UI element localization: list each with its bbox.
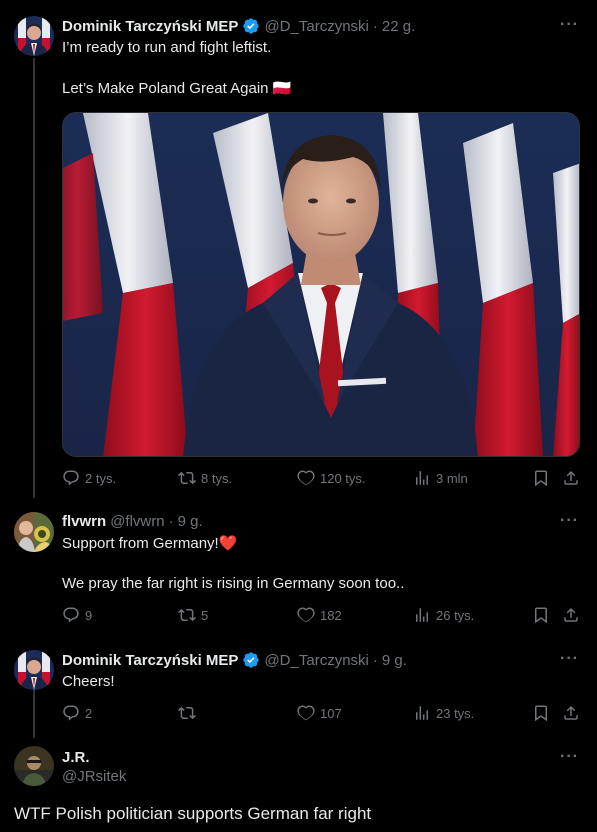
like-count: 182 (320, 607, 342, 623)
tweet-text: WTF Polish politician supports German fa… (14, 804, 372, 823)
views-icon (416, 608, 428, 622)
reply-icon (63, 607, 79, 623)
tweet-text-line-1: Support from Germany!❤️ (62, 535, 238, 552)
repost-count: 5 (201, 607, 209, 623)
avatar[interactable] (14, 650, 54, 690)
share-icon (564, 607, 578, 622)
like-button[interactable]: 107 (297, 704, 342, 722)
author-handle[interactable]: @D_Tarczynski (264, 652, 368, 669)
author-name[interactable]: Dominik Tarczyński MEP (62, 18, 238, 35)
tweet-2[interactable]: flvwrn @flvwrn · 9 g. ··· Support from G… (0, 500, 597, 640)
repost-button[interactable]: 8 tys. (178, 469, 232, 487)
bookmark-button[interactable] (532, 606, 550, 624)
share-button[interactable] (562, 606, 580, 624)
timestamp[interactable]: 22 g. (382, 18, 415, 35)
avatar[interactable] (14, 746, 54, 786)
like-icon (297, 470, 315, 486)
repost-icon (178, 706, 196, 720)
views-button[interactable]: 3 mln (413, 469, 468, 487)
bookmark-button[interactable] (532, 469, 550, 487)
like-icon (297, 607, 315, 623)
author-name[interactable]: J.R. (62, 749, 90, 766)
views-button[interactable]: 23 tys. (413, 704, 474, 722)
like-count: 107 (320, 705, 342, 721)
author-handle[interactable]: @JRsitek (62, 768, 126, 785)
tweet-text-line-2: We pray the far right is rising in Germa… (62, 575, 405, 592)
views-button[interactable]: 26 tys. (413, 606, 474, 624)
views-count: 26 tys. (436, 607, 475, 623)
repost-button[interactable] (178, 704, 201, 722)
repost-icon (178, 471, 196, 485)
bookmark-icon (535, 705, 547, 722)
author-name[interactable]: Dominik Tarczyński MEP (62, 652, 238, 669)
share-button[interactable] (562, 469, 580, 487)
more-icon[interactable]: ··· (560, 748, 579, 766)
tweet-1[interactable]: Dominik Tarczyński MEP @D_Tarczynski · 2… (0, 0, 597, 500)
separator-dot: · (372, 651, 378, 669)
like-count: 120 tys. (320, 470, 366, 486)
reply-button[interactable]: 9 (62, 606, 92, 624)
tweet-text-line-2: Let’s Make Poland Great Again 🇵🇱 (62, 80, 292, 97)
timestamp[interactable]: 9 g. (178, 513, 203, 530)
views-count: 3 mln (436, 470, 468, 486)
avatar[interactable] (14, 512, 54, 552)
bookmark-icon (535, 470, 547, 487)
share-icon (564, 470, 578, 485)
bookmark-icon (535, 607, 547, 624)
more-icon[interactable]: ··· (560, 512, 579, 530)
more-icon[interactable]: ··· (560, 16, 579, 34)
avatar[interactable] (14, 16, 54, 56)
timestamp[interactable]: 9 g. (382, 652, 407, 669)
like-button[interactable]: 120 tys. (297, 469, 366, 487)
tweet-3[interactable]: Dominik Tarczyński MEP @D_Tarczynski · 9… (0, 640, 597, 740)
reply-count: 9 (85, 607, 93, 623)
more-icon[interactable]: ··· (560, 650, 579, 668)
author-handle[interactable]: @flvwrn (110, 513, 164, 530)
reply-count: 2 tys. (85, 470, 117, 486)
reply-icon (63, 470, 79, 486)
repost-count: 8 tys. (201, 470, 233, 486)
reply-button[interactable]: 2 (62, 704, 92, 722)
share-icon (564, 705, 578, 720)
views-count: 23 tys. (436, 705, 475, 721)
like-button[interactable]: 182 (297, 606, 342, 624)
separator-dot: · (168, 513, 174, 530)
author-handle[interactable]: @D_Tarczynski (264, 18, 368, 35)
tweet-text-line-1: I’m ready to run and fight leftist. (62, 39, 272, 56)
reply-button[interactable]: 2 tys. (62, 469, 116, 487)
bookmark-button[interactable] (532, 704, 550, 722)
verified-badge-icon (243, 18, 260, 34)
author-name[interactable]: flvwrn (62, 513, 106, 530)
like-icon (297, 705, 315, 721)
repost-button[interactable]: 5 (178, 606, 208, 624)
tweet-text-line-1: Cheers! (62, 673, 115, 690)
verified-badge-icon (243, 652, 260, 668)
repost-icon (178, 608, 196, 622)
focused-tweet[interactable]: J.R. @JRsitek ··· WTF Polish politician … (0, 740, 597, 832)
reply-count: 2 (85, 705, 93, 721)
tweet-photo[interactable] (62, 112, 580, 457)
separator-dot: · (372, 17, 378, 35)
reply-icon (63, 705, 79, 721)
views-icon (416, 471, 428, 485)
share-button[interactable] (562, 704, 580, 722)
views-icon (416, 706, 428, 720)
